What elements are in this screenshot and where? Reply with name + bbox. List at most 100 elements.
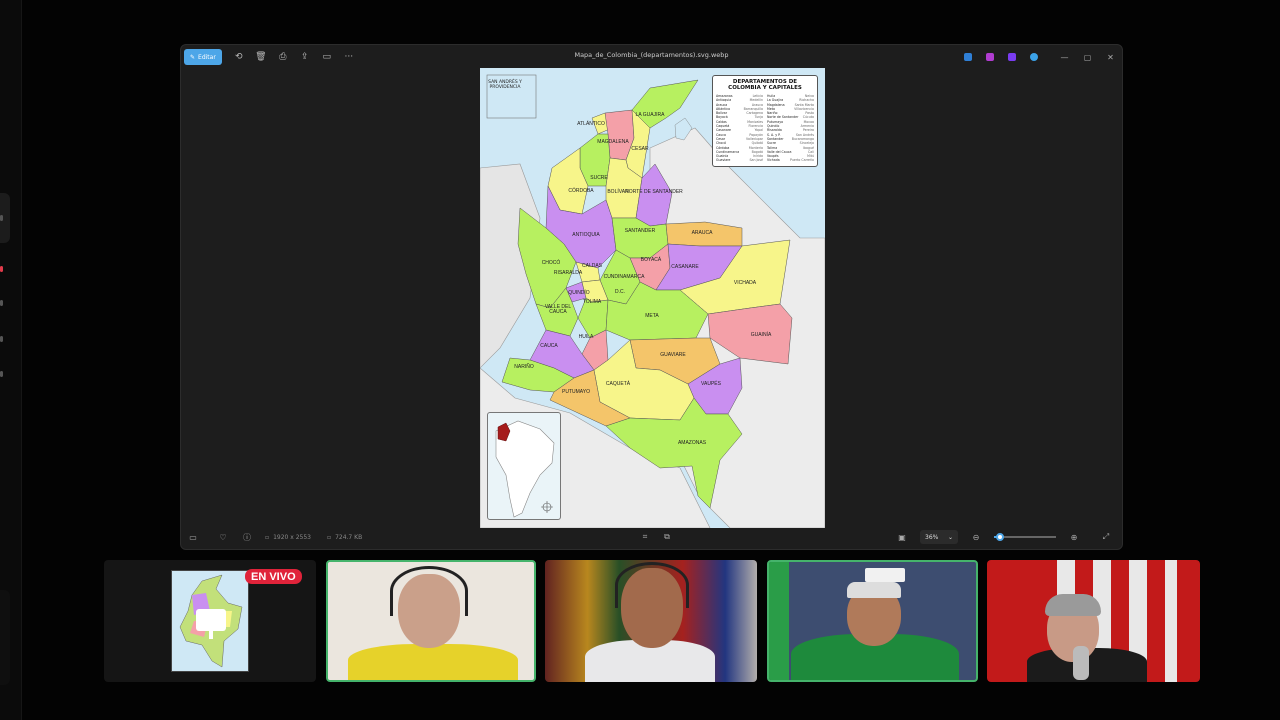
legend-column-right: Huila Neiva La Guajira Riohacha Magdalena San… <box>767 94 814 163</box>
zoom-out-icon[interactable]: ⊖ <box>964 533 988 542</box>
rail-dot <box>0 336 3 342</box>
rail-bottom-panel <box>0 590 10 685</box>
fullscreen-icon[interactable]: ⤢ <box>1094 532 1118 542</box>
rail-dot <box>0 371 3 377</box>
image-dimensions-meta: ▫ 1920 x 2553 <box>265 534 311 541</box>
monitor-stand-icon <box>209 631 213 639</box>
san-andres-inset-label: SAN ANDRÉS Y PROVIDENCIA <box>488 80 522 90</box>
zoom-value: 36% <box>925 533 939 541</box>
favorite-icon[interactable]: ♡ <box>211 533 235 542</box>
map-label: META <box>645 313 659 319</box>
file-size-meta: ▫ 724.7 KB <box>327 534 362 541</box>
air-conditioner <box>865 568 905 582</box>
flag-banner <box>769 562 789 680</box>
map-label: CÓRDOBA <box>568 188 594 194</box>
map-label: CHOCÓ <box>541 260 561 266</box>
onedrive-icon[interactable] <box>1030 53 1038 61</box>
rail-dot <box>0 215 3 221</box>
delete-icon[interactable]: 🗑 <box>250 49 272 65</box>
app-shortcut-icon[interactable] <box>1008 53 1016 61</box>
viewer-statusbar: ▭ ♡ ⓘ ▫ 1920 x 2553 ▫ 724.7 KB ⌗ ⧉ ▣ 36%… <box>181 525 1122 549</box>
close-icon[interactable]: ✕ <box>1099 45 1122 69</box>
app-shortcut-icon[interactable] <box>964 53 972 61</box>
colombia-map-image: LA GUAJIRA ATLÁNTICO MAGDALENA CESAR SUC… <box>480 68 825 528</box>
legend-capital: Puerto Carreño <box>790 158 814 163</box>
map-label: CUNDINAMARCA <box>603 274 645 280</box>
fit-to-window-icon[interactable]: ▣ <box>890 533 914 542</box>
live-badge: EN VIVO <box>245 569 302 584</box>
image-canvas[interactable]: LA GUAJIRA ATLÁNTICO MAGDALENA CESAR SUC… <box>181 68 1122 528</box>
map-label: NORTE DE SANTANDER <box>625 189 683 195</box>
zoom-slider-thumb[interactable] <box>996 533 1005 541</box>
visual-search-icon[interactable]: ⧉ <box>655 532 679 542</box>
photo-viewer-window: ✎ Editar ⟲ 🗑 ⎙ ⇪ ▭ ··· Mapa_de_Colombia_… <box>180 44 1123 550</box>
participant-video-tile[interactable] <box>326 560 536 682</box>
participant-cap <box>847 582 901 598</box>
edit-label: Editar <box>198 53 216 61</box>
screen-share-tile[interactable]: EN VIVO <box>104 560 316 682</box>
map-label: ANTIOQUIA <box>572 232 600 238</box>
edit-icon: ✎ <box>190 53 196 61</box>
map-label: RISARALDA <box>553 270 583 276</box>
stream-stage: ✎ Editar ⟲ 🗑 ⎙ ⇪ ▭ ··· Mapa_de_Colombia_… <box>0 0 1280 720</box>
maximize-icon[interactable]: ▢ <box>1076 45 1099 69</box>
participant-video-tile[interactable] <box>987 560 1200 682</box>
map-label: GUAVIARE <box>660 352 686 358</box>
file-size: 724.7 KB <box>335 533 363 541</box>
slideshow-icon[interactable]: ▭ <box>316 49 338 65</box>
monitor-icon <box>196 609 226 631</box>
viewer-titlebar: ✎ Editar ⟲ 🗑 ⎙ ⇪ ▭ ··· Mapa_de_Colombia_… <box>181 45 1122 69</box>
legend-row: Guaviare San José <box>716 158 763 162</box>
legend-title: DEPARTAMENTOS DE COLOMBIA Y CAPITALES <box>728 79 802 91</box>
south-america-drawing <box>495 420 555 518</box>
chevron-down-icon: ⌄ <box>947 533 953 541</box>
map-label: NARIÑO <box>514 364 534 370</box>
edit-button[interactable]: ✎ Editar <box>184 49 222 65</box>
app-shortcut-icon[interactable] <box>986 53 994 61</box>
headset-icon <box>390 566 468 616</box>
rail-notification-dot <box>0 266 3 272</box>
more-options-icon[interactable]: ··· <box>338 49 360 65</box>
microphone <box>1073 646 1089 680</box>
print-icon[interactable]: ⎙ <box>272 49 294 65</box>
map-label: VAUPÉS <box>701 381 721 387</box>
filmstrip-icon[interactable]: ▭ <box>181 533 205 542</box>
map-label: ATLÁNTICO <box>577 121 605 127</box>
share-icon[interactable]: ⇪ <box>294 49 316 65</box>
rotate-icon[interactable]: ⟲ <box>228 49 250 65</box>
participant-video-tile[interactable] <box>545 560 757 682</box>
minimize-icon[interactable]: — <box>1053 45 1076 69</box>
legend-capital: San José <box>749 158 763 163</box>
map-label: CAQUETÁ <box>605 381 631 387</box>
zoom-in-icon[interactable]: ⊕ <box>1062 533 1086 542</box>
map-label: HUILA <box>578 334 594 340</box>
zoom-slider[interactable] <box>994 533 1056 541</box>
map-label: AMAZONAS <box>677 440 707 446</box>
participant-video-tile[interactable] <box>767 560 978 682</box>
headset-icon <box>615 562 689 608</box>
map-label: VICHADA <box>733 280 757 286</box>
map-label: PUTUMAYO <box>562 389 590 395</box>
map-label: CALDAS <box>581 263 603 269</box>
crop-icon[interactable]: ⌗ <box>633 532 657 542</box>
map-label: D.C. <box>615 289 625 295</box>
info-icon[interactable]: ⓘ <box>235 532 259 543</box>
zoom-dropdown[interactable]: 36% ⌄ <box>920 530 958 544</box>
participant-shirt <box>348 644 518 680</box>
map-label: LA GUAJIRA <box>635 112 665 118</box>
map-label: CESAR <box>631 146 649 152</box>
image-dimensions: 1920 x 2553 <box>273 533 311 541</box>
left-rail <box>0 0 22 720</box>
map-legend: DEPARTAMENTOS DE COLOMBIA Y CAPITALES Am… <box>712 75 818 167</box>
screen-share-thumbnail <box>171 570 249 672</box>
legend-row: Vichada Puerto Carreño <box>767 158 814 162</box>
map-label: SUCRE <box>590 175 608 181</box>
dimensions-icon: ▫ <box>265 533 270 541</box>
map-label: CASANARE <box>671 264 699 270</box>
map-label: VALLE DEL CAUCA <box>544 304 572 315</box>
map-label: BOYACÁ <box>640 257 662 263</box>
file-size-icon: ▫ <box>326 533 332 541</box>
south-america-inset <box>487 412 561 520</box>
map-label: CAUCA <box>540 343 558 349</box>
map-label: QUINDÍO <box>568 290 590 296</box>
